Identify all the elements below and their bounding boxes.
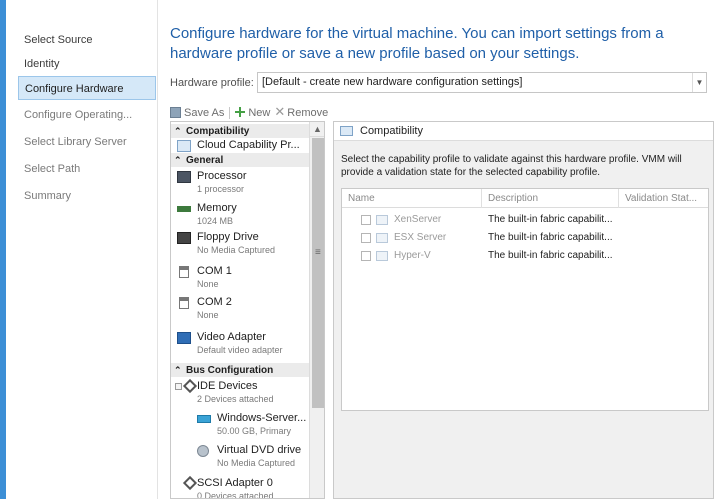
- expand-icon[interactable]: [175, 383, 182, 390]
- capability-profile-icon: [376, 233, 388, 243]
- nav-item-summary[interactable]: Summary: [18, 184, 156, 208]
- panel-title: Compatibility: [360, 125, 423, 137]
- capability-profile-icon: [376, 251, 388, 261]
- serial-port-icon: [179, 297, 189, 309]
- column-header-validation[interactable]: Validation Stat...: [619, 189, 708, 208]
- capability-icon: [177, 140, 191, 152]
- row-checkbox[interactable]: [361, 233, 371, 243]
- section-compatibility[interactable]: ⌃ Compatibility: [171, 124, 309, 138]
- nav-item-configure-hardware[interactable]: Configure Hardware: [18, 76, 156, 100]
- main-content: Configure hardware for the virtual machi…: [158, 0, 717, 499]
- ide-bus-icon: [182, 378, 198, 394]
- new-label: New: [248, 107, 271, 119]
- tree-scrollbar[interactable]: ▲ ≡: [309, 122, 324, 498]
- floppy-icon: [177, 232, 191, 244]
- hardware-tree: ⌃ Compatibility Cloud Capability Pr... ⌃ G…: [170, 121, 325, 499]
- row-checkbox[interactable]: [361, 251, 371, 261]
- nav-accent-bar: [0, 0, 6, 499]
- nav-item-select-library-server[interactable]: Select Library Server: [18, 130, 156, 154]
- processor-icon: [177, 171, 191, 183]
- nav-item-configure-operating[interactable]: Configure Operating...: [18, 103, 156, 127]
- profile-toolbar: Save As New ✕ Remove: [170, 103, 332, 121]
- save-icon: [170, 107, 181, 118]
- table-row[interactable]: XenServer The built-in fabric capabilit.…: [342, 211, 708, 229]
- collapse-icon: ⌃: [174, 155, 182, 165]
- scrollbar-thumb[interactable]: [312, 138, 324, 408]
- panel-description: Select the capability profile to validat…: [341, 154, 682, 178]
- disk-icon: [197, 415, 211, 423]
- capability-icon: [340, 126, 353, 136]
- add-icon: [235, 107, 246, 117]
- capability-grid: Name Description Validation Stat... XenS…: [341, 188, 709, 411]
- hardware-profile-label: Hardware profile:: [170, 77, 254, 89]
- table-row[interactable]: Hyper-V The built-in fabric capabilit...: [342, 247, 708, 265]
- section-general[interactable]: ⌃ General: [171, 153, 309, 167]
- nav-item-select-path[interactable]: Select Path: [18, 157, 156, 181]
- video-adapter-icon: [177, 332, 191, 344]
- dvd-icon: [197, 445, 209, 457]
- collapse-icon: ⌃: [174, 126, 182, 136]
- remove-label: Remove: [287, 107, 329, 119]
- column-header-description[interactable]: Description: [482, 189, 619, 208]
- chevron-down-icon[interactable]: ▼: [692, 73, 706, 92]
- wizard-navigation: Select Source Identity Configure Hardwar…: [0, 0, 158, 499]
- remove-icon: ✕: [274, 104, 286, 119]
- details-panel: Compatibility Select the capability prof…: [333, 121, 714, 499]
- toolbar-divider: [229, 107, 231, 120]
- column-header-name[interactable]: Name: [342, 189, 482, 208]
- section-bus-configuration[interactable]: ⌃ Bus Configuration: [171, 363, 309, 377]
- capability-profile-icon: [376, 215, 388, 225]
- save-as-button[interactable]: Save As: [170, 104, 224, 122]
- hardware-profile-dropdown[interactable]: [Default - create new hardware configura…: [257, 72, 707, 93]
- row-checkbox[interactable]: [361, 215, 371, 225]
- page-heading: Configure hardware for the virtual machi…: [170, 25, 664, 62]
- new-button[interactable]: New: [235, 104, 270, 122]
- memory-icon: [177, 206, 191, 212]
- grid-header: Name Description Validation Stat...: [342, 189, 708, 208]
- hardware-profile-value: [Default - create new hardware configura…: [262, 76, 523, 88]
- remove-button[interactable]: ✕ Remove: [274, 103, 328, 122]
- save-as-label: Save As: [184, 107, 225, 119]
- serial-port-icon: [179, 266, 189, 278]
- panel-header: Compatibility: [334, 122, 713, 141]
- nav-item-identity[interactable]: Identity: [18, 52, 156, 76]
- table-row[interactable]: ESX Server The built-in fabric capabilit…: [342, 229, 708, 247]
- scsi-bus-icon: [182, 475, 198, 491]
- scroll-up-icon[interactable]: ▲: [310, 122, 324, 137]
- collapse-icon: ⌃: [174, 365, 182, 375]
- grip-icon: ≡: [315, 247, 321, 258]
- nav-item-select-source[interactable]: Select Source: [18, 28, 156, 52]
